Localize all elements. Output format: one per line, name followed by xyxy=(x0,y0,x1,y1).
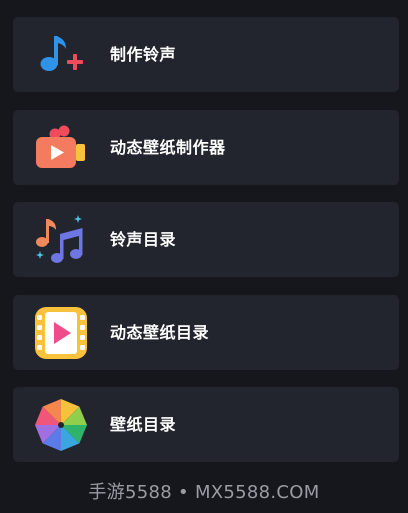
music-notes-icon xyxy=(34,213,88,267)
menu-list: 制作铃声 动态壁纸制作器 铃声目录 动态壁纸目录 壁纸目录 xyxy=(13,17,399,480)
menu-item-make-ringtone[interactable]: 制作铃声 xyxy=(13,17,399,92)
menu-item-label: 制作铃声 xyxy=(110,45,177,64)
film-play-icon xyxy=(34,306,88,360)
menu-item-label: 动态壁纸目录 xyxy=(110,322,210,342)
color-wheel-icon xyxy=(34,398,88,452)
menu-item-ringtone-catalog[interactable]: 铃声目录 xyxy=(13,202,399,277)
video-camera-icon xyxy=(34,121,88,175)
menu-item-live-wallpaper-maker[interactable]: 动态壁纸制作器 xyxy=(13,109,399,185)
menu-item-label: 铃声目录 xyxy=(110,230,177,249)
menu-item-label: 动态壁纸制作器 xyxy=(110,137,226,157)
menu-item-wallpaper-catalog[interactable]: 壁纸目录 xyxy=(13,387,399,462)
menu-item-label: 壁纸目录 xyxy=(110,415,177,434)
menu-item-live-wallpaper-catalog[interactable]: 动态壁纸目录 xyxy=(13,294,399,370)
watermark-text: 手游5588 • MX5588.COM xyxy=(88,482,320,503)
music-note-plus-icon xyxy=(34,28,88,82)
